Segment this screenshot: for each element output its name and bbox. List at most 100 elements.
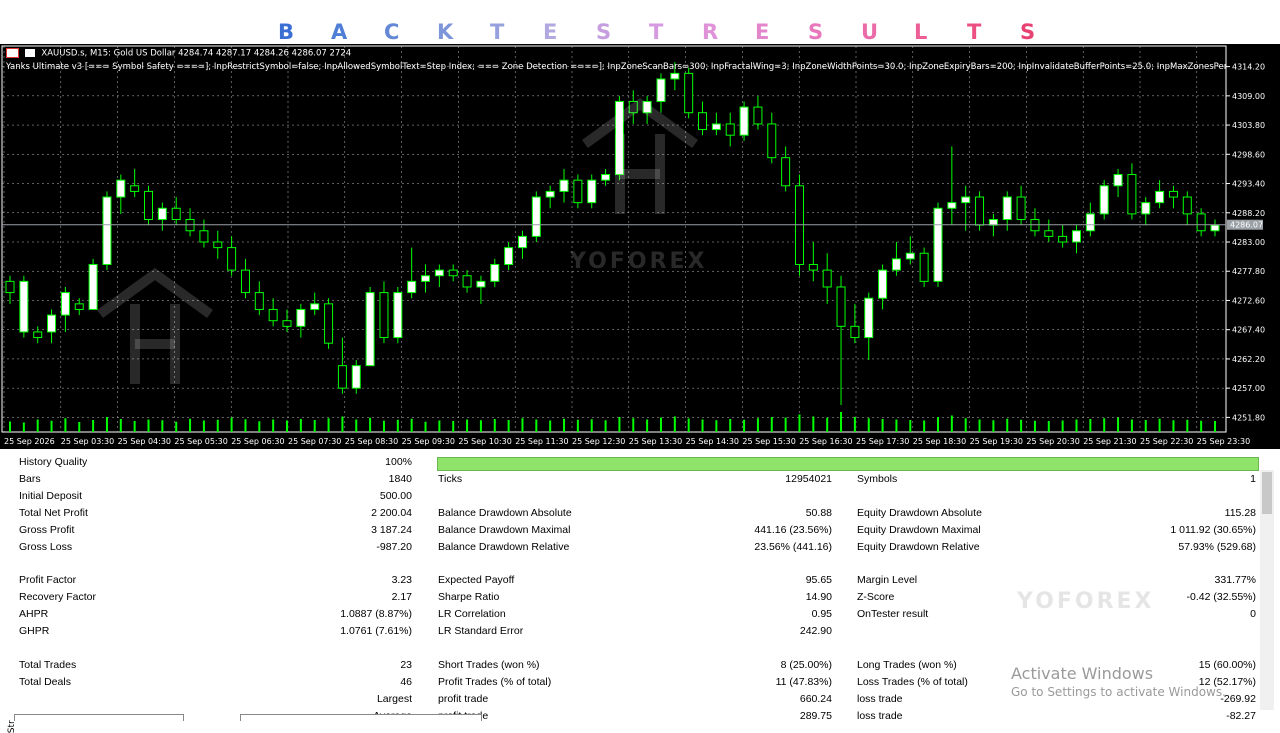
candle-body	[808, 263, 818, 271]
report-label: AHPR	[19, 608, 49, 621]
candle-body	[905, 252, 915, 260]
candle-body	[1071, 230, 1081, 243]
report-scrollbar[interactable]	[1260, 470, 1274, 710]
report-value: 11 (47.83%)	[775, 675, 832, 688]
candle-body	[1016, 196, 1026, 221]
candle-body	[1002, 196, 1012, 221]
report-label: Balance Drawdown Relative	[438, 540, 570, 553]
candle-body	[517, 235, 527, 249]
report-label: Gross Loss	[19, 540, 73, 553]
time-axis-label: 25 Sep 12:30	[572, 437, 625, 446]
title-letter: T	[967, 20, 982, 44]
report-value: 0.95	[811, 608, 832, 621]
page-title: BACKTESTRESULTS	[0, 0, 1280, 44]
watermark-text: YOFOREX	[570, 249, 708, 274]
chart-menu-icon[interactable]	[6, 48, 19, 58]
time-axis-label: 25 Sep 22:30	[1140, 437, 1193, 446]
report-row: GHPR 1.0761 (7.61%) LR Standard Error 242.9…	[14, 623, 1260, 640]
candle-body	[836, 286, 846, 327]
time-axis-label: 25 Sep 20:30	[1026, 437, 1079, 446]
time-axis-label: 25 Sep 2026	[4, 437, 55, 446]
candle-body	[559, 179, 569, 192]
report-value: 14.90	[805, 591, 832, 604]
report-label: loss trade	[857, 692, 903, 705]
candle-body	[227, 247, 237, 271]
report-row: Profit Factor 3.23 Expected Payoff 95.65 Mar…	[14, 572, 1260, 589]
candle-body	[601, 174, 611, 181]
candle-body	[296, 308, 306, 327]
report-label: Z-Score	[857, 591, 895, 604]
candle-body	[365, 292, 375, 367]
candle-body	[157, 207, 167, 221]
report-label: GHPR	[19, 625, 50, 638]
price-axis-label: 4272.60	[1232, 296, 1265, 305]
report-value: 3.23	[391, 574, 412, 587]
candle-body	[60, 292, 70, 316]
time-axis-label: 25 Sep 16:30	[799, 437, 852, 446]
price-axis-label: 4262.20	[1232, 355, 1265, 364]
time-axis-label: 25 Sep 05:30	[174, 437, 227, 446]
price-axis-label: 4309.00	[1232, 92, 1265, 101]
candle-body	[351, 365, 361, 389]
report-label: Bars	[19, 473, 41, 485]
tester-tabs	[14, 714, 1274, 721]
candle-body	[1210, 224, 1220, 232]
candle-body	[47, 314, 57, 333]
report-value: 242.90	[799, 625, 832, 638]
price-chart[interactable]: 4314.20 4309.00 4303.80 4298.60 4293.40 4288.…	[0, 44, 1280, 449]
candle-body	[324, 303, 334, 344]
candle-body	[891, 258, 901, 271]
time-axis-label: 25 Sep 13:30	[629, 437, 682, 446]
candle-body	[711, 123, 721, 131]
report-label: Short Trades (won %)	[438, 658, 540, 671]
report-watermark-text: YOFOREX	[1017, 589, 1155, 614]
report-label: Total Net Profit	[19, 506, 88, 519]
report-value: 57.93% (529.68)	[1178, 540, 1256, 553]
candle-body	[698, 112, 708, 131]
report-value: 2.17	[391, 591, 412, 604]
candle-body	[282, 320, 292, 327]
symbol-info-text: XAUUSD.s, M15: Gold US Dollar 4284.74 42…	[41, 48, 352, 59]
candle-body	[74, 303, 84, 310]
candle-body	[116, 179, 126, 198]
report-label: Recovery Factor	[19, 591, 97, 604]
candle-body	[1044, 230, 1054, 237]
candle-body	[1099, 185, 1109, 215]
title-letter: T	[649, 20, 664, 44]
history-quality-value: 100%	[385, 456, 412, 468]
candle-body	[850, 325, 860, 339]
candle-body	[933, 207, 943, 282]
candle-body	[240, 269, 250, 294]
scrollbar-thumb[interactable]	[1262, 472, 1272, 514]
report-value: 95.65	[805, 574, 832, 587]
title-letter: R	[702, 20, 719, 44]
candle-body	[656, 78, 666, 102]
report-value: 500.00	[379, 489, 412, 502]
report-value: -987.20	[376, 540, 412, 553]
candle-body	[379, 292, 389, 339]
report-value: 46	[400, 675, 412, 688]
candle-body	[1141, 202, 1151, 215]
report-label: Profit Factor	[19, 574, 77, 587]
candle-body	[947, 202, 957, 209]
report-value: 1.0761 (7.61%)	[340, 625, 412, 638]
time-axis-label: 25 Sep 07:30	[288, 437, 341, 446]
candle-body	[213, 241, 223, 249]
time-axis-label: 25 Sep 03:30	[61, 437, 114, 446]
candlestick-chart: 4314.20 4309.00 4303.80 4298.60 4293.40 4288.…	[0, 44, 1280, 449]
price-axis-label: 4303.80	[1232, 121, 1265, 130]
time-axis-label: 25 Sep 06:30	[231, 437, 284, 446]
report-value: -0.42 (32.55%)	[1186, 591, 1256, 604]
report-value: 441.16 (23.56%)	[754, 523, 832, 536]
history-quality-label: History Quality	[19, 456, 88, 468]
title-letter: T	[490, 20, 505, 44]
report-row: Bars 1840 Ticks 12954021 Symbols 1	[14, 471, 1260, 488]
chart-type-icon[interactable]	[24, 49, 35, 57]
price-axis-label: 4293.40	[1232, 180, 1265, 189]
title-letter: E	[543, 20, 558, 44]
report-label: Equity Drawdown Maximal	[857, 523, 981, 536]
report-label: Loss Trades (% of total)	[857, 675, 968, 688]
time-axis-label: 25 Sep 19:30	[970, 437, 1023, 446]
report-value: 0	[1250, 608, 1256, 621]
candle-body	[88, 263, 98, 310]
